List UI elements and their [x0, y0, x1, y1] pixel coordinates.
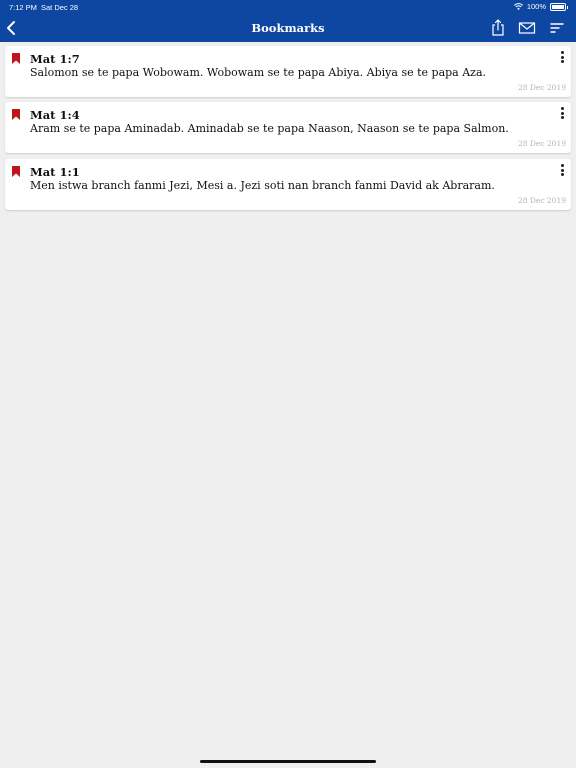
bookmark-text: Salomon se te papa Wobowam. Wobowam se t… — [30, 66, 487, 79]
status-bar: 7:12 PM Sat Dec 28 100% — [0, 0, 576, 14]
sort-icon[interactable] — [548, 19, 566, 37]
mail-icon[interactable] — [518, 19, 536, 37]
more-options-icon[interactable] — [558, 50, 566, 64]
nav-bar: 7:12 PM Sat Dec 28 100% Bookmarks — [0, 0, 576, 42]
bookmark-reference: Mat 1:1 — [30, 165, 80, 179]
bookmark-icon — [12, 166, 20, 177]
bookmark-reference: Mat 1:7 — [30, 52, 80, 66]
bookmark-text: Men istwa branch fanmi Jezi, Mesi a. Jez… — [30, 179, 495, 192]
bookmark-date: 28 Dec 2019 — [517, 83, 566, 92]
toolbar: Bookmarks — [0, 14, 576, 42]
status-time: 7:12 PM — [9, 3, 37, 12]
bookmark-date: 28 Dec 2019 — [517, 139, 566, 148]
status-date: Sat Dec 28 — [41, 3, 79, 12]
battery-percentage: 100% — [526, 2, 546, 11]
bookmark-icon — [12, 53, 20, 64]
wifi-icon — [513, 3, 523, 10]
status-right: 100% — [513, 2, 568, 11]
bookmark-icon — [12, 109, 20, 120]
bookmark-card[interactable]: Mat 1:7 Salomon se te papa Wobowam. Wobo… — [5, 46, 571, 97]
share-icon[interactable] — [489, 19, 507, 37]
battery-icon — [550, 2, 568, 11]
bookmark-reference: Mat 1:4 — [30, 108, 80, 122]
bookmark-card[interactable]: Mat 1:4 Aram se te papa Aminadab. Aminad… — [5, 102, 571, 153]
more-options-icon[interactable] — [558, 106, 566, 120]
home-indicator[interactable] — [200, 760, 376, 763]
more-options-icon[interactable] — [558, 163, 566, 177]
bookmark-card[interactable]: Mat 1:1 Men istwa branch fanmi Jezi, Mes… — [5, 159, 571, 210]
bookmark-date: 28 Dec 2019 — [517, 196, 566, 205]
bookmark-text: Aram se te papa Aminadab. Aminadab se te… — [30, 122, 509, 135]
